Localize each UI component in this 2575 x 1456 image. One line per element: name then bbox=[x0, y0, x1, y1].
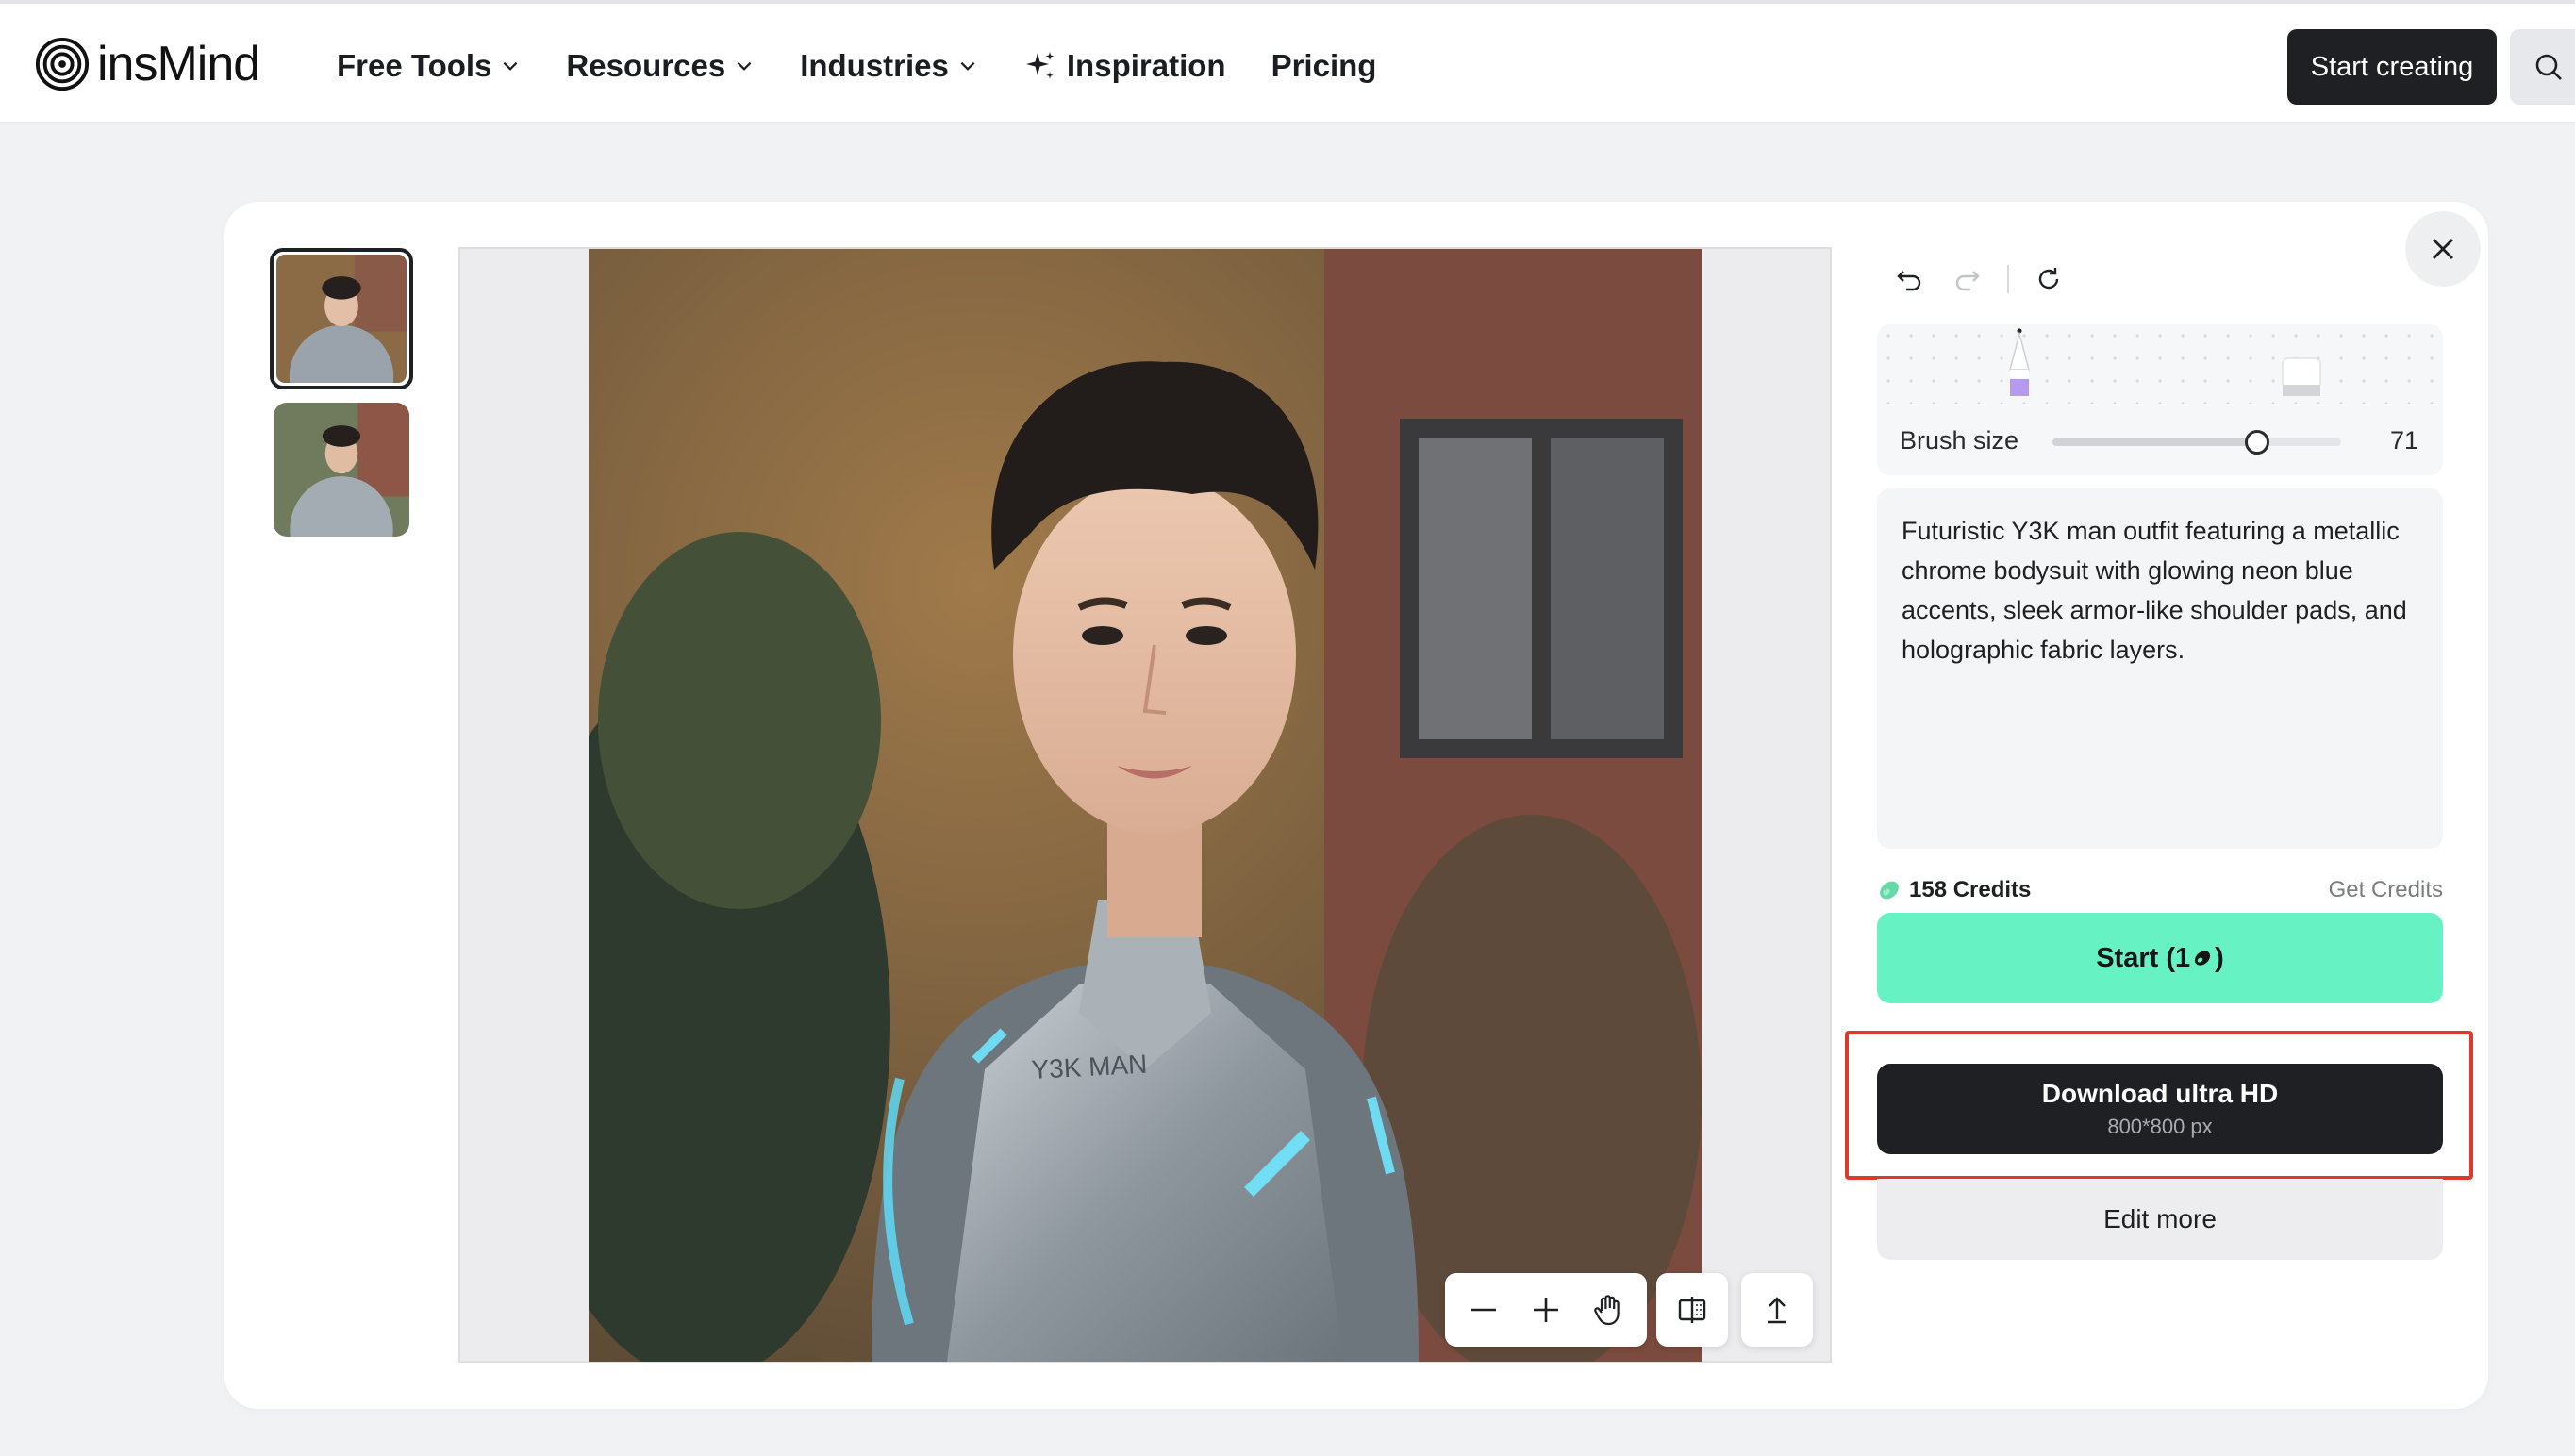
download-resolution: 800*800 px bbox=[2107, 1115, 2213, 1138]
download-ultra-hd-button[interactable]: Download ultra HD 800*800 px bbox=[1877, 1064, 2443, 1154]
nav-pricing[interactable]: Pricing bbox=[1271, 48, 1377, 84]
pan-button[interactable] bbox=[1586, 1287, 1631, 1332]
brand-logo[interactable]: insMind bbox=[35, 36, 260, 92]
zoom-in-button[interactable] bbox=[1523, 1287, 1569, 1332]
start-generate-button[interactable]: Start (1 ) bbox=[1877, 913, 2443, 1003]
nav-inspiration-label: Inspiration bbox=[1066, 48, 1226, 83]
thumbnail-image bbox=[274, 403, 409, 537]
upload-icon bbox=[1768, 1297, 1786, 1324]
prompt-textarea[interactable]: Futuristic Y3K man outfit featuring a me… bbox=[1877, 488, 2443, 849]
result-thumbnail-1[interactable] bbox=[270, 248, 413, 389]
main-nav: Free Tools Resources Industries Inspirat… bbox=[337, 41, 1421, 91]
nav-pricing-label: Pricing bbox=[1271, 48, 1377, 83]
eraser-icon[interactable] bbox=[2279, 356, 2324, 398]
close-icon bbox=[2433, 239, 2453, 259]
brush-size-value: 71 bbox=[2390, 426, 2419, 455]
credits-balance: 158 Credits bbox=[1877, 877, 2031, 903]
nav-resources-label: Resources bbox=[566, 48, 726, 83]
zoom-out-button[interactable] bbox=[1461, 1287, 1506, 1332]
brush-size-slider-fill bbox=[2052, 438, 2258, 446]
get-credits-link[interactable]: Get Credits bbox=[2329, 877, 2443, 903]
start-creating-button[interactable]: Start creating bbox=[2287, 29, 2497, 105]
chevron-down-icon bbox=[737, 61, 752, 71]
compare-icon bbox=[1678, 1297, 1706, 1323]
zoom-toolbar bbox=[1445, 1273, 1647, 1347]
brand-name: insMind bbox=[97, 37, 260, 91]
chevron-down-icon bbox=[960, 61, 975, 71]
svg-text:Y3K MAN: Y3K MAN bbox=[1031, 1050, 1148, 1084]
search-icon bbox=[2535, 54, 2562, 80]
reset-button[interactable] bbox=[2030, 260, 2068, 298]
download-title: Download ultra HD bbox=[2041, 1079, 2279, 1108]
brush-size-slider[interactable] bbox=[2052, 438, 2341, 446]
search-button[interactable] bbox=[2510, 29, 2575, 105]
nav-industries-label: Industries bbox=[800, 48, 949, 83]
history-controls bbox=[1890, 260, 2088, 298]
sparkle-icon bbox=[1025, 52, 1055, 79]
chevron-down-icon bbox=[504, 61, 518, 71]
refresh-icon bbox=[2038, 268, 2059, 290]
portrait-image: Y3K MAN bbox=[589, 249, 1702, 1362]
brush-size-label: Brush size bbox=[1900, 426, 2019, 455]
redo-button[interactable] bbox=[1949, 260, 1986, 298]
compare-button[interactable] bbox=[1656, 1273, 1728, 1347]
nav-industries[interactable]: Industries bbox=[800, 48, 978, 84]
nav-resources[interactable]: Resources bbox=[566, 48, 755, 84]
credit-bean-icon bbox=[1880, 881, 1899, 900]
history-divider bbox=[2007, 265, 2009, 293]
zoom-in-icon bbox=[1534, 1298, 1558, 1322]
brush-pen-icon[interactable] bbox=[2001, 328, 2038, 398]
top-navigation-bar: insMind Free Tools Resources Industries … bbox=[0, 0, 2575, 123]
hand-pan-icon bbox=[1594, 1295, 1620, 1326]
credit-bean-icon bbox=[2195, 951, 2211, 966]
redo-icon bbox=[1955, 271, 1980, 291]
thumbnail-image bbox=[276, 255, 407, 383]
nav-free-tools[interactable]: Free Tools bbox=[337, 48, 521, 84]
undo-icon bbox=[1897, 271, 1921, 291]
zoom-out-icon bbox=[1471, 1308, 1496, 1312]
start-button-suffix: ) bbox=[2215, 942, 2224, 973]
generated-image[interactable]: Y3K MAN bbox=[589, 249, 1702, 1362]
insmind-logo-icon bbox=[35, 37, 90, 91]
upload-button[interactable] bbox=[1741, 1273, 1813, 1347]
result-thumbnail-2[interactable] bbox=[274, 403, 409, 537]
credits-row: 158 Credits Get Credits bbox=[1877, 875, 2443, 905]
close-button[interactable] bbox=[2405, 211, 2481, 287]
credits-label: 158 Credits bbox=[1909, 877, 2032, 902]
start-button-prefix: Start (1 bbox=[2096, 942, 2191, 973]
edit-more-button[interactable]: Edit more bbox=[1877, 1179, 2443, 1260]
nav-inspiration[interactable]: Inspiration bbox=[1023, 48, 1226, 84]
nav-free-tools-label: Free Tools bbox=[337, 48, 492, 83]
undo-button[interactable] bbox=[1890, 260, 1928, 298]
